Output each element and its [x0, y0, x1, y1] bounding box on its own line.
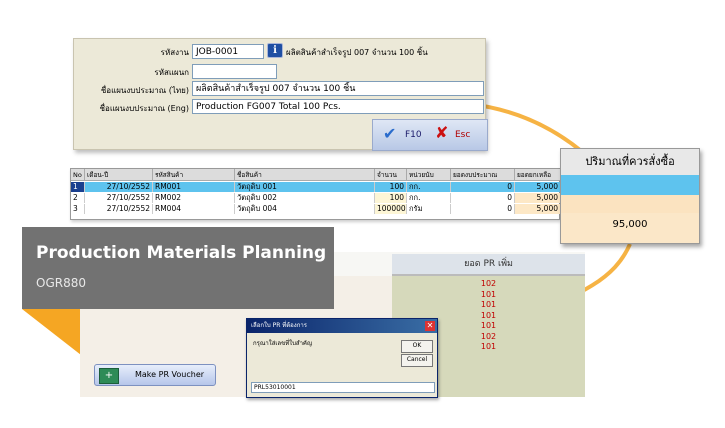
job-label: รหัสงาน	[160, 48, 189, 57]
cell-unit: กก.	[407, 182, 451, 192]
name-en-input[interactable]: Production FG007 Total 100 Pcs.	[192, 99, 484, 114]
dept-label: รหัสแผนก	[154, 68, 189, 77]
dialog-title: เลือกใบ PR ที่ต้องการ	[247, 319, 437, 333]
dept-code-input[interactable]	[192, 64, 277, 79]
job-form-panel: รหัสงาน JOB-0001 i ผลิตสินค้าสำเร็จรูป 0…	[73, 38, 488, 151]
col-header-month[interactable]: เดือน-ปี	[85, 169, 153, 181]
cell-month: 27/10/2552	[85, 193, 153, 203]
pr-number-input[interactable]: PRL53010001	[251, 382, 435, 393]
cell-budget: 0	[451, 193, 515, 203]
job-description: ผลิตสินค้าสำเร็จรูป 007 จำนวน 100 ชิ้น	[286, 48, 428, 57]
cell-remain: 5,000	[515, 182, 561, 192]
order-qty-title: ปริมาณที่ควรสั่งซื้อ	[561, 149, 699, 175]
order-qty-panel: ปริมาณที่ควรสั่งซื้อ 95,000	[560, 148, 700, 244]
title-banner: Production Materials Planning OGR880	[22, 227, 334, 309]
col-header-budget[interactable]: ยอดงบประมาณ	[451, 169, 515, 181]
col-header-name[interactable]: ชื่อสินค้า	[235, 169, 375, 181]
col-header-remain[interactable]: ยอดยกเหลือ	[515, 169, 561, 181]
cell-remain: 5,000	[515, 204, 561, 214]
make-pr-voucher-button[interactable]: + Make PR Voucher	[94, 364, 216, 386]
order-qty-value: 95,000	[612, 219, 648, 230]
pr-number-dialog: เลือกใบ PR ที่ต้องการ ✕ กรุณาใส่เลขที่ใบ…	[246, 318, 438, 398]
cell-month: 27/10/2552	[85, 204, 153, 214]
table-row[interactable]: 2 27/10/2552 RM002 วัตถุดิบ 002 100 กก. …	[71, 193, 561, 203]
page-title: Production Materials Planning	[36, 243, 327, 263]
name-th-label: ชื่อแผนงบประมาณ (ไทย)	[100, 86, 189, 95]
cell-budget: 0	[451, 182, 515, 192]
cell-name: วัตถุดิบ 002	[235, 193, 375, 203]
action-button-bar: ✔ F10 ✘ Esc	[372, 119, 488, 151]
col-header-unit[interactable]: หน่วยนับ	[407, 169, 451, 181]
dialog-message: กรุณาใส่เลขที่ใบสำคัญ	[253, 340, 313, 347]
checkmark-icon: ✔	[383, 124, 397, 143]
job-code-input[interactable]: JOB-0001	[192, 44, 264, 59]
ok-button[interactable]: OK	[401, 340, 433, 353]
f10-button[interactable]: ✔ F10	[373, 120, 429, 148]
col-header-qty[interactable]: จำนวน	[375, 169, 407, 181]
col-header-no[interactable]: No	[71, 169, 85, 181]
f10-label: F10	[405, 130, 422, 140]
cell-name: วัตถุดิบ 001	[235, 182, 375, 192]
cell-unit: กก.	[407, 193, 451, 203]
cell-qty: 100000	[375, 204, 407, 214]
close-icon[interactable]: ✕	[425, 321, 435, 331]
order-row[interactable]: 95,000	[561, 213, 699, 243]
materials-grid: No เดือน-ปี รหัสสินค้า ชื่อสินค้า จำนวน …	[70, 168, 561, 220]
pr-value: 101	[480, 290, 497, 299]
name-th-input[interactable]: ผลิตสินค้าสำเร็จรูป 007 จำนวน 100 ชิ้น	[192, 81, 484, 96]
cell-no: 3	[71, 204, 85, 214]
add-document-icon: +	[99, 368, 119, 384]
order-row-selected[interactable]	[561, 175, 699, 195]
cancel-button[interactable]: Cancel	[401, 354, 433, 367]
name-en-label: ชื่อแผนงบประมาณ (Eng)	[99, 104, 189, 113]
esc-label: Esc	[455, 130, 471, 140]
cell-code: RM001	[153, 182, 235, 192]
cell-month: 27/10/2552	[85, 182, 153, 192]
order-row[interactable]	[561, 195, 699, 214]
pr-value: 101	[480, 300, 497, 309]
make-pr-voucher-label: Make PR Voucher	[135, 370, 205, 379]
cell-no: 1	[71, 182, 85, 192]
cell-budget: 0	[451, 204, 515, 214]
cell-name: วัตถุดิบ 004	[235, 204, 375, 214]
col-header-code[interactable]: รหัสสินค้า	[153, 169, 235, 181]
pr-add-header[interactable]: ยอด PR เพิ่ม	[392, 254, 585, 276]
pr-value: 102	[480, 279, 497, 288]
cancel-x-icon: ✘	[435, 123, 449, 142]
esc-button[interactable]: ✘ Esc	[429, 120, 485, 148]
table-row[interactable]: 3 27/10/2552 RM004 วัตถุดิบ 004 100000 ก…	[71, 204, 561, 214]
cell-qty: 100	[375, 182, 407, 192]
table-row[interactable]: 1 27/10/2552 RM001 วัตถุดิบ 001 100 กก. …	[71, 182, 561, 192]
cell-no: 2	[71, 193, 85, 203]
cell-qty: 100	[375, 193, 407, 203]
cell-code: RM002	[153, 193, 235, 203]
info-icon[interactable]: i	[267, 43, 283, 58]
cell-unit: กรัม	[407, 204, 451, 214]
program-code: OGR880	[36, 276, 86, 290]
cell-remain: 5,000	[515, 193, 561, 203]
cell-code: RM004	[153, 204, 235, 214]
